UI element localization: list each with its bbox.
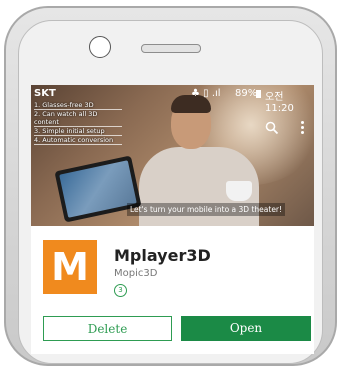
search-icon[interactable] — [265, 121, 279, 135]
signal-icon: ♣ ▯ .ıl — [191, 88, 221, 99]
feature-item: 4. Automatic conversion — [34, 136, 122, 145]
feature-item: 1. Glasses-free 3D — [34, 101, 122, 110]
overflow-menu-icon[interactable] — [301, 121, 305, 135]
earpiece-speaker — [141, 44, 201, 53]
app-details: M Mplayer3D Mopic3D 3 Delete Open — [31, 226, 314, 354]
app-icon-letter: M — [51, 245, 89, 289]
feature-item: 2. Can watch all 3D content — [34, 110, 122, 127]
open-button[interactable]: Open — [181, 316, 311, 341]
app-icon: M — [43, 240, 97, 294]
developer-link[interactable]: Mopic3D — [114, 268, 157, 279]
promo-banner: SKT ♣ ▯ .ıl 89% 오전 11:20 1. Glasses-free… — [31, 85, 314, 226]
delete-button[interactable]: Delete — [43, 316, 172, 341]
battery-icon — [256, 90, 261, 98]
content-rating-badge: 3 — [114, 284, 127, 297]
banner-tagline: Let's turn your mobile into a 3D theater… — [127, 203, 286, 216]
battery-percent: 89% — [235, 88, 258, 99]
phone-screen: SKT ♣ ▯ .ıl 89% 오전 11:20 1. Glasses-free… — [31, 85, 314, 354]
front-camera — [89, 36, 111, 58]
app-title: Mplayer3D — [114, 246, 211, 265]
status-clock: 오전 11:20 — [265, 92, 294, 114]
feature-list: 1. Glasses-free 3D 2. Can watch all 3D c… — [34, 101, 122, 145]
banner-cup — [226, 181, 252, 201]
feature-item: 3. Simple initial setup — [34, 127, 122, 136]
carrier-label: SKT — [34, 88, 56, 99]
